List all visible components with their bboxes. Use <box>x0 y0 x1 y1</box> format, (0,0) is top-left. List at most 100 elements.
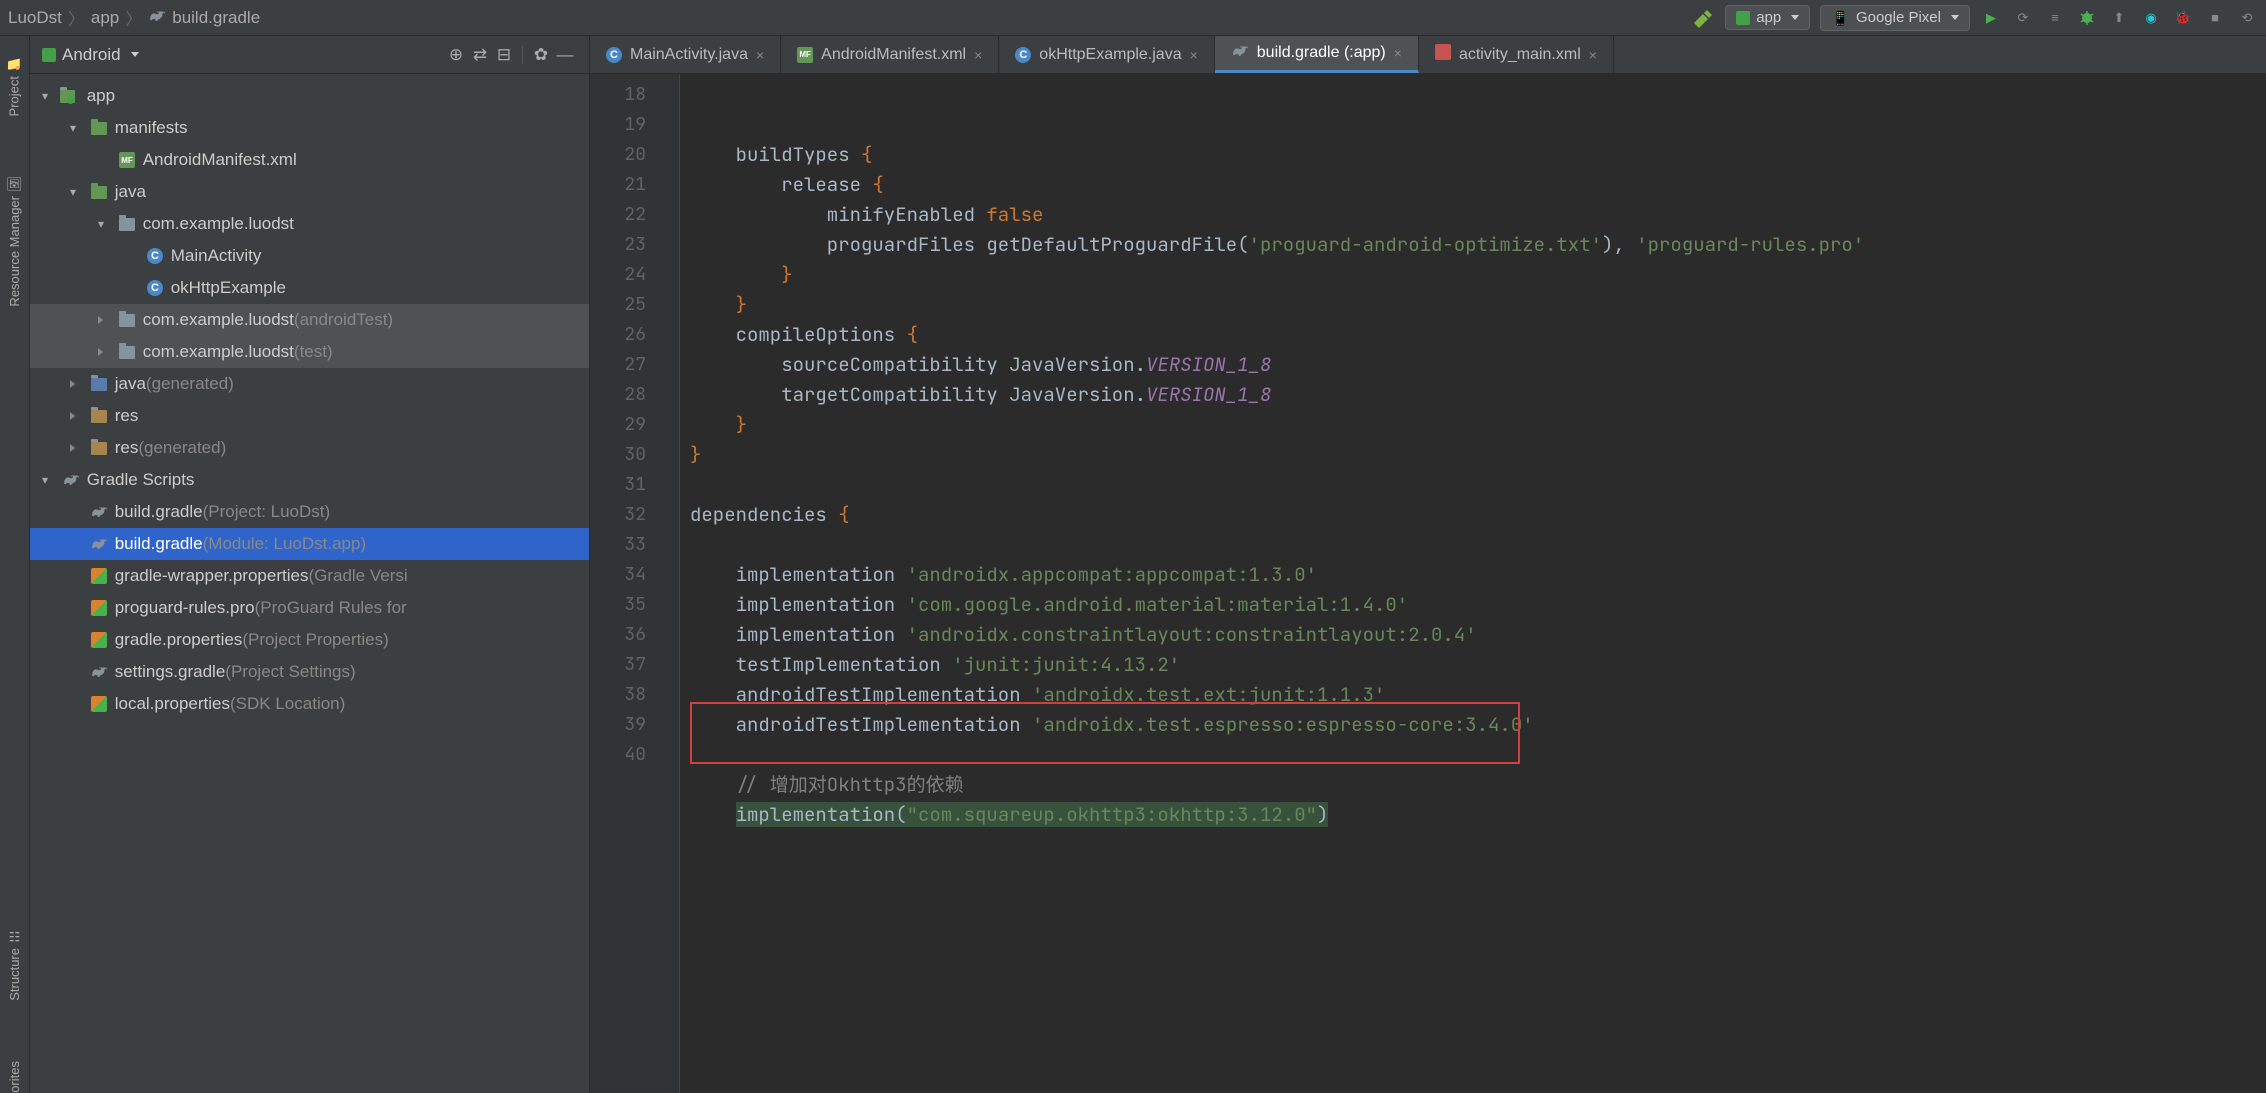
code-line[interactable] <box>690 470 2256 500</box>
editor-tab[interactable]: CMainActivity.java× <box>590 36 781 73</box>
code-editor[interactable]: 1819202122232425262728293031323334353637… <box>590 74 2266 1093</box>
settings-icon[interactable]: ✿ <box>529 45 553 65</box>
breadcrumb-item[interactable]: build.gradle <box>172 8 260 28</box>
attach-debugger-icon[interactable]: 🐞 <box>2172 7 2194 29</box>
code-line[interactable]: implementation 'com.google.android.mater… <box>690 590 2256 620</box>
run-config-selector[interactable]: app <box>1725 5 1810 30</box>
close-icon[interactable]: × <box>756 47 764 63</box>
run-button[interactable]: ▶ <box>1980 7 2002 29</box>
breadcrumb[interactable]: LuoDst 〉 app 〉 build.gradle <box>8 5 260 30</box>
expand-arrow[interactable]: ▾ <box>42 473 60 487</box>
collapse-icon[interactable]: ⊟ <box>492 45 516 65</box>
tool-favorites[interactable]: orites <box>7 1061 22 1093</box>
fold-gutter[interactable] <box>660 74 680 1093</box>
tree-item[interactable]: build.gradle (Module: LuoDst.app) <box>30 528 589 560</box>
editor-tab[interactable]: CokHttpExample.java× <box>999 36 1214 73</box>
tree-label: com.example.luodst <box>138 342 294 362</box>
expand-arrow[interactable] <box>70 409 88 423</box>
tree-item[interactable]: ▾ java <box>30 176 589 208</box>
code-content[interactable]: buildTypes { release { minifyEnabled fal… <box>680 74 2266 1093</box>
coverage-icon[interactable]: ⬆ <box>2108 7 2130 29</box>
tree-item[interactable]: ▾ app <box>30 80 589 112</box>
code-line[interactable]: androidTestImplementation 'androidx.test… <box>690 680 2256 710</box>
code-line[interactable]: targetCompatibility JavaVersion.VERSION_… <box>690 380 2256 410</box>
project-tree[interactable]: ▾ app▾ manifestsMF AndroidManifest.xml▾ … <box>30 74 589 726</box>
code-line[interactable]: proguardFiles getDefaultProguardFile('pr… <box>690 230 2256 260</box>
tool-project[interactable]: Project📁 <box>6 56 22 116</box>
tree-item[interactable]: local.properties (SDK Location) <box>30 688 589 720</box>
tree-item[interactable]: com.example.luodst (androidTest) <box>30 304 589 336</box>
tree-item[interactable]: ▾ com.example.luodst <box>30 208 589 240</box>
tree-item[interactable]: C okHttpExample <box>30 272 589 304</box>
tree-item[interactable]: java (generated) <box>30 368 589 400</box>
device-selector[interactable]: 📱 Google Pixel <box>1820 5 1970 31</box>
tree-item[interactable]: res (generated) <box>30 432 589 464</box>
stop-icon[interactable]: ■ <box>2204 7 2226 29</box>
tree-icon <box>88 505 110 519</box>
editor-tab[interactable]: build.gradle (:app) × <box>1215 36 1419 73</box>
code-line[interactable]: compileOptions { <box>690 320 2256 350</box>
code-line[interactable]: androidTestImplementation 'androidx.test… <box>690 710 2256 740</box>
tool-resource-manager[interactable]: Resource Manager🖼 <box>6 176 23 307</box>
editor-area: CMainActivity.java×MFAndroidManifest.xml… <box>590 36 2266 1093</box>
code-line[interactable]: // 增加对Okhttp3的依赖 <box>690 770 2256 800</box>
tab-label: build.gradle (:app) <box>1257 44 1386 62</box>
build-icon[interactable] <box>1693 7 1715 29</box>
code-line[interactable]: release { <box>690 170 2256 200</box>
expand-arrow[interactable]: ▾ <box>98 217 116 231</box>
top-toolbar: LuoDst 〉 app 〉 build.gradle app 📱 Google… <box>0 0 2266 36</box>
sync-icon[interactable]: ⟲ <box>2236 7 2258 29</box>
code-line[interactable] <box>690 530 2256 560</box>
close-icon[interactable]: × <box>974 47 982 63</box>
tree-item[interactable]: ▾ Gradle Scripts <box>30 464 589 496</box>
tree-item[interactable]: MF AndroidManifest.xml <box>30 144 589 176</box>
expand-arrow[interactable] <box>98 345 116 359</box>
expand-arrow[interactable]: ▾ <box>70 185 88 199</box>
debug-overview-icon[interactable]: ≡ <box>2044 7 2066 29</box>
code-line[interactable]: implementation("com.squareup.okhttp3:okh… <box>690 800 2256 830</box>
tree-item[interactable]: res <box>30 400 589 432</box>
code-line[interactable]: } <box>690 440 2256 470</box>
view-mode-label[interactable]: Android <box>62 45 121 65</box>
line-gutter[interactable]: 1819202122232425262728293031323334353637… <box>590 74 660 1093</box>
editor-tab[interactable]: MFAndroidManifest.xml× <box>781 36 999 73</box>
code-line[interactable]: testImplementation 'junit:junit:4.13.2' <box>690 650 2256 680</box>
code-line[interactable]: } <box>690 260 2256 290</box>
hide-icon[interactable]: — <box>553 45 577 65</box>
code-line[interactable]: dependencies { <box>690 500 2256 530</box>
code-line[interactable]: implementation 'androidx.appcompat:appco… <box>690 560 2256 590</box>
tree-item[interactable]: settings.gradle (Project Settings) <box>30 656 589 688</box>
locate-icon[interactable]: ⊕ <box>444 45 468 65</box>
tree-item[interactable]: proguard-rules.pro (ProGuard Rules for <box>30 592 589 624</box>
expand-arrow[interactable] <box>98 313 116 327</box>
code-line[interactable]: buildTypes { <box>690 140 2256 170</box>
expand-icon[interactable]: ⇄ <box>468 45 492 65</box>
breadcrumb-item[interactable]: LuoDst <box>8 8 62 28</box>
debug-button[interactable] <box>2076 7 2098 29</box>
apply-changes-icon[interactable]: ⟳ <box>2012 7 2034 29</box>
code-line[interactable]: implementation 'androidx.constraintlayou… <box>690 620 2256 650</box>
tree-item[interactable]: build.gradle (Project: LuoDst) <box>30 496 589 528</box>
expand-arrow[interactable] <box>70 377 88 391</box>
code-line[interactable] <box>690 740 2256 770</box>
tree-item[interactable]: com.example.luodst (test) <box>30 336 589 368</box>
editor-tab[interactable]: activity_main.xml× <box>1419 36 1614 73</box>
expand-arrow[interactable]: ▾ <box>42 89 60 103</box>
tool-structure[interactable]: Structure☷ <box>7 928 22 1001</box>
tree-item[interactable]: ▾ manifests <box>30 112 589 144</box>
close-icon[interactable]: × <box>1394 45 1402 61</box>
code-line[interactable]: sourceCompatibility JavaVersion.VERSION_… <box>690 350 2256 380</box>
close-icon[interactable]: × <box>1589 47 1597 63</box>
tree-item[interactable]: gradle-wrapper.properties (Gradle Versi <box>30 560 589 592</box>
profiler-icon[interactable]: ◉ <box>2140 7 2162 29</box>
expand-arrow[interactable]: ▾ <box>70 121 88 135</box>
code-line[interactable]: } <box>690 290 2256 320</box>
tree-item[interactable]: C MainActivity <box>30 240 589 272</box>
close-icon[interactable]: × <box>1190 47 1198 63</box>
chevron-down-icon <box>1791 15 1799 20</box>
code-line[interactable]: } <box>690 410 2256 440</box>
code-line[interactable]: minifyEnabled false <box>690 200 2256 230</box>
expand-arrow[interactable] <box>70 441 88 455</box>
breadcrumb-item[interactable]: app <box>91 8 119 28</box>
tree-item[interactable]: gradle.properties (Project Properties) <box>30 624 589 656</box>
